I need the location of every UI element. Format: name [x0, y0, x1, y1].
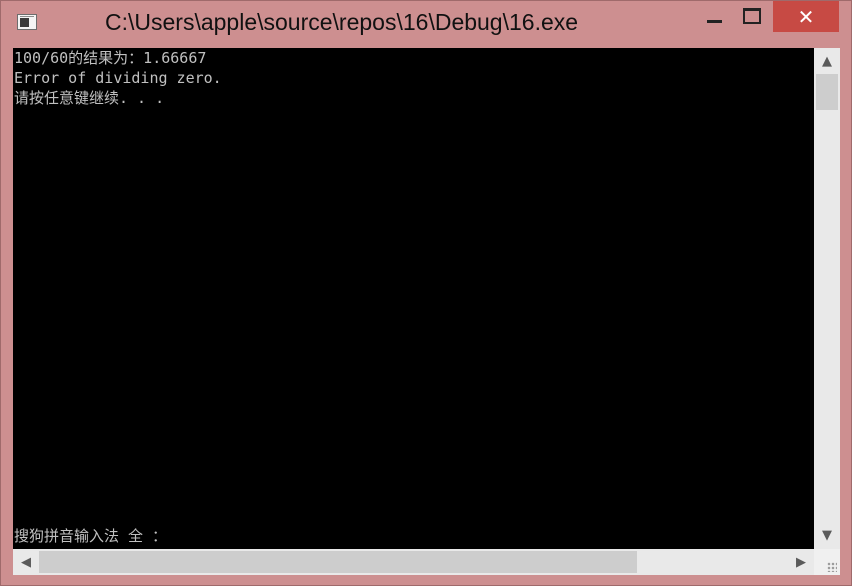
scroll-left-icon[interactable]: ◀: [13, 549, 39, 575]
close-button[interactable]: ✕: [773, 1, 839, 32]
window-title: C:\Users\apple\source\repos\16\Debug\16.…: [105, 9, 579, 35]
console-line: Error of dividing zero.: [14, 69, 222, 87]
scroll-right-icon[interactable]: ▶: [788, 549, 814, 575]
ime-status-bar: 搜狗拼音输入法 全 ：: [14, 527, 168, 545]
console-app-icon[interactable]: [17, 14, 37, 30]
horizontal-scroll-thumb[interactable]: [39, 551, 637, 573]
console-window: C:\Users\apple\source\repos\16\Debug\16.…: [0, 0, 852, 586]
console-output[interactable]: 100/60的结果为：1.66667 Error of dividing zer…: [13, 48, 814, 549]
console-line: 100/60的结果为：1.66667: [14, 49, 207, 67]
vertical-scrollbar[interactable]: ▲ ▼: [814, 48, 840, 549]
maximize-button[interactable]: [729, 1, 775, 31]
console-line: 请按任意键继续. . .: [14, 89, 165, 107]
resize-grip-icon[interactable]: [827, 562, 837, 572]
resize-corner[interactable]: [814, 549, 840, 575]
minimize-icon: [706, 19, 722, 23]
scroll-up-icon[interactable]: ▲: [814, 50, 840, 72]
close-icon: ✕: [797, 4, 815, 29]
title-bar[interactable]: C:\Users\apple\source\repos\16\Debug\16.…: [1, 1, 851, 47]
horizontal-scrollbar[interactable]: ◀ ▶: [13, 549, 814, 575]
scroll-down-icon[interactable]: ▼: [814, 524, 840, 546]
maximize-icon: [743, 8, 761, 24]
vertical-scroll-thumb[interactable]: [816, 74, 838, 110]
